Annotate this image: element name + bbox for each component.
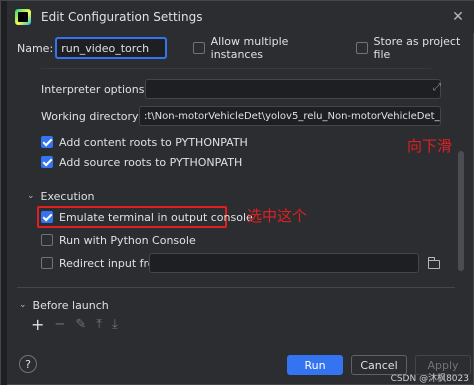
working-directory-label: Working directory: — [41, 109, 142, 123]
before-launch-toolbar: + − ✎ ⤒ ⤓ — [31, 315, 118, 334]
store-project-label: Store as project file — [373, 35, 461, 61]
execution-header-label: Execution — [40, 189, 95, 203]
chevron-down-icon[interactable]: ⌄ — [19, 300, 27, 310]
interpreter-options-input[interactable] — [145, 79, 441, 99]
working-directory-input[interactable]: :t\Non-motorVehicleDet\yolov5_relu_Non-m… — [139, 106, 441, 126]
add-icon[interactable]: + — [31, 315, 44, 334]
content-roots-checkbox[interactable] — [41, 136, 53, 148]
select-hint-annotation: 选中这个 — [247, 207, 308, 225]
expand-icon[interactable]: ⤢ — [433, 82, 441, 93]
dialog-footer: ? Run Cancel Apply CSDN @沐枫8023 — [7, 347, 474, 385]
move-up-icon[interactable]: ⤒ — [96, 317, 102, 332]
redirect-input-checkbox[interactable] — [41, 257, 53, 269]
chevron-down-icon[interactable]: ⌄ — [27, 191, 35, 201]
execution-header-row[interactable]: ⌄ Execution — [7, 189, 459, 203]
settings-content[interactable]: Interpreter options: ⤢ Working directory… — [7, 61, 459, 341]
python-console-checkbox[interactable] — [41, 234, 53, 246]
source-roots-label: Add source roots to PYTHONPATH — [59, 155, 243, 169]
cut-off-field — [41, 61, 431, 69]
window-title: Edit Configuration Settings — [41, 10, 203, 24]
name-label: Name: — [17, 41, 54, 55]
emulate-terminal-checkbox[interactable] — [41, 211, 53, 223]
redirect-input-row: Redirect input from: — [7, 253, 459, 273]
emulate-terminal-row[interactable]: Emulate terminal in output console — [7, 208, 459, 226]
edit-icon[interactable]: ✎ — [75, 317, 86, 332]
allow-multiple-checkbox[interactable] — [192, 42, 205, 54]
watermark: CSDN @沐枫8023 — [390, 374, 469, 384]
content-roots-label: Add content roots to PYTHONPATH — [59, 135, 248, 149]
close-icon[interactable]: ✕ — [451, 10, 465, 24]
execution-section-header[interactable]: ⌄ Execution — [27, 190, 95, 203]
remove-icon[interactable]: − — [54, 317, 65, 332]
name-row: Name: run_video_torch Allow multiple ins… — [7, 35, 474, 61]
scroll-hint-annotation: 向下滑 — [407, 137, 453, 155]
section-divider — [17, 287, 455, 288]
move-down-icon[interactable]: ⤓ — [112, 317, 118, 332]
source-roots-checkbox[interactable] — [41, 156, 53, 168]
run-button[interactable]: Run — [287, 355, 343, 375]
redirect-input-field[interactable] — [149, 253, 419, 273]
help-button[interactable]: ? — [19, 355, 37, 373]
cut-off-row — [7, 61, 459, 69]
name-input[interactable]: run_video_torch — [55, 37, 167, 59]
pycharm-icon — [15, 9, 31, 25]
dialog-window: Edit Configuration Settings ✕ Name: run_… — [0, 0, 474, 385]
store-project-option[interactable]: Store as project file — [355, 35, 474, 61]
title-bar: Edit Configuration Settings ✕ — [7, 1, 474, 33]
python-console-label: Run with Python Console — [59, 233, 196, 247]
before-launch-section-header[interactable]: ⌄ Before launch — [19, 299, 109, 312]
interpreter-options-row: Interpreter options: ⤢ — [7, 79, 459, 99]
emulate-terminal-label: Emulate terminal in output console — [59, 210, 253, 224]
before-launch-header-row[interactable]: ⌄ Before launch — [7, 298, 459, 312]
python-console-row[interactable]: Run with Python Console — [7, 231, 459, 249]
store-project-checkbox[interactable] — [355, 42, 368, 54]
folder-icon[interactable] — [428, 257, 440, 269]
before-launch-header-label: Before launch — [32, 298, 109, 312]
content-roots-row[interactable]: Add content roots to PYTHONPATH — [7, 133, 459, 151]
allow-multiple-option[interactable]: Allow multiple instances — [192, 35, 338, 61]
allow-multiple-label: Allow multiple instances — [210, 35, 289, 61]
interpreter-options-label: Interpreter options: — [41, 82, 149, 96]
source-roots-row[interactable]: Add source roots to PYTHONPATH — [7, 153, 459, 171]
vertical-scrollbar[interactable] — [458, 151, 464, 271]
working-directory-row: Working directory: :t\Non-motorVehicleDe… — [7, 106, 459, 126]
